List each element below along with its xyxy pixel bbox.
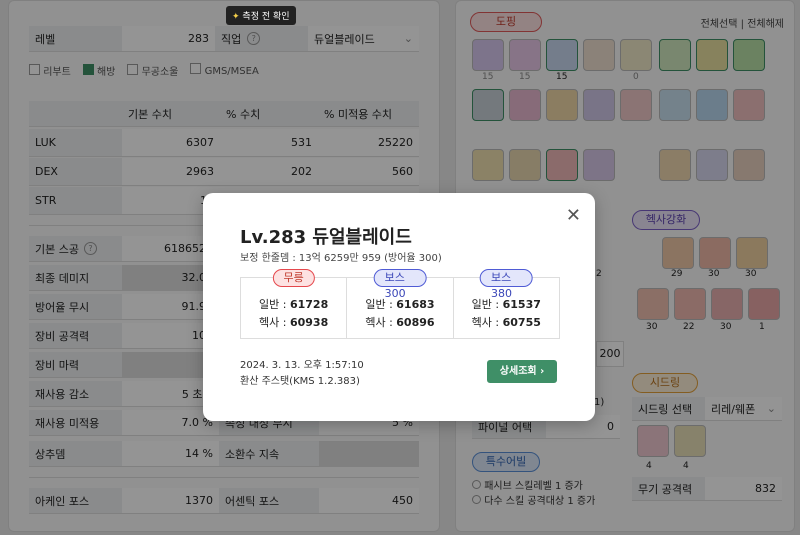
hexa-value: 60938 <box>289 316 329 329</box>
version-text: 환산 주스탯(KMS 1.2.383) <box>240 376 360 387</box>
normal-label: 일반 : <box>365 298 393 311</box>
result-modal: ✕ Lv.283 듀얼블레이드 보정 한줄뎀 : 13억 6259만 959 (… <box>203 193 595 421</box>
tooltip: ✦ 측정 전 확인 <box>226 6 296 25</box>
hexa-line: 헥사 : 60896 <box>365 314 434 330</box>
hexa-label: 헥사 : <box>471 316 500 329</box>
normal-label: 일반 : <box>471 298 500 311</box>
result-column: 무릉 일반 : 61728 헥사 : 60938 <box>241 269 348 338</box>
result-column: 보스300 일반 : 61683 헥사 : 60896 <box>347 269 454 338</box>
tooltip-text: 측정 전 확인 <box>242 12 290 22</box>
hexa-value: 60896 <box>396 316 435 329</box>
detail-button[interactable]: 상세조회 › <box>487 360 557 383</box>
hexa-value: 60755 <box>502 316 541 329</box>
mureung-tag: 무릉 <box>272 269 315 287</box>
normal-line: 일반 : 61728 <box>259 296 328 312</box>
result-column: 보스380 일반 : 61537 헥사 : 60755 <box>454 269 559 338</box>
normal-value: 61537 <box>502 298 541 311</box>
hexa-line: 헥사 : 60755 <box>472 314 541 330</box>
normal-value: 61683 <box>396 298 435 311</box>
normal-line: 일반 : 61683 <box>365 296 434 312</box>
hexa-label: 헥사 : <box>365 316 393 329</box>
normal-value: 61728 <box>289 298 329 311</box>
close-icon[interactable]: ✕ <box>566 207 581 225</box>
hexa-line: 헥사 : 60938 <box>259 314 328 330</box>
boss380-tag: 보스380 <box>479 269 533 300</box>
result-table: 무릉 일반 : 61728 헥사 : 60938 보스300 일반 : 6168… <box>240 269 560 339</box>
hexa-label: 헥사 : <box>259 316 287 329</box>
modal-title: Lv.283 듀얼블레이드 <box>240 227 412 248</box>
modal-subtitle: 보정 한줄뎀 : 13억 6259만 959 (방어율 300) <box>240 253 442 264</box>
sparkle-icon: ✦ <box>232 12 240 22</box>
normal-label: 일반 : <box>259 298 287 311</box>
timestamp: 2024. 3. 13. 오후 1:57:10 <box>240 360 364 371</box>
normal-line: 일반 : 61537 <box>472 296 541 312</box>
boss300-tag: 보스300 <box>373 269 427 300</box>
